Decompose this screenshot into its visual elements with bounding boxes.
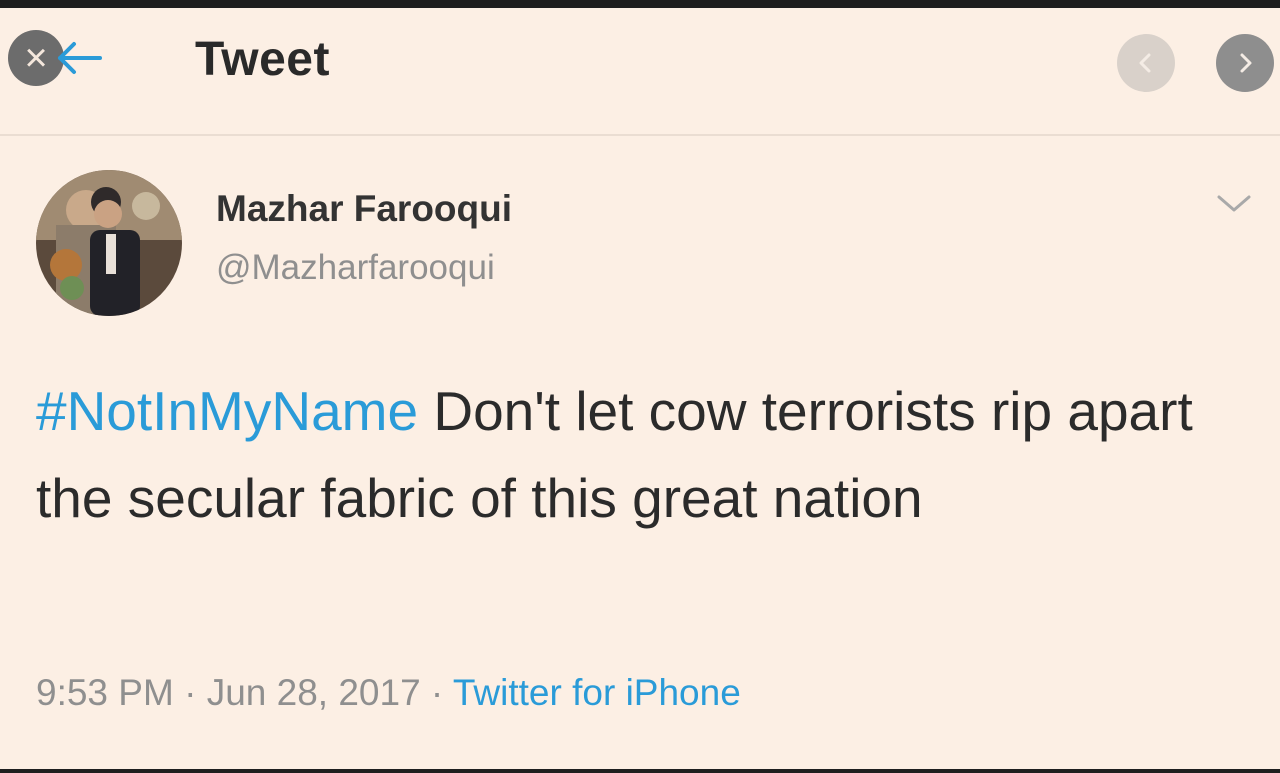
back-arrow-icon[interactable] — [50, 30, 106, 86]
next-button[interactable] — [1216, 34, 1274, 92]
previous-button[interactable] — [1117, 34, 1175, 92]
tweet-text: #NotInMyName Don't let cow terrorists ri… — [36, 368, 1236, 542]
tweet-date: Jun 28, 2017 — [206, 672, 421, 713]
meta-separator: · — [420, 672, 453, 713]
tweet-meta: 9:53 PM · Jun 28, 2017 · Twitter for iPh… — [36, 672, 741, 714]
avatar[interactable] — [36, 170, 182, 316]
chevron-left-icon — [1139, 53, 1151, 73]
hashtag-link[interactable]: #NotInMyName — [36, 380, 418, 442]
header-bar: × Tweet — [0, 8, 1280, 136]
tweet-screen: × Tweet Mazhar Farooqui @Mazharfarooqui … — [0, 0, 1280, 773]
tweet-source-link[interactable]: Twitter for iPhone — [453, 672, 741, 713]
chevron-down-icon[interactable] — [1213, 188, 1255, 218]
author-name[interactable]: Mazhar Farooqui — [216, 188, 512, 230]
tweet-time: 9:53 PM — [36, 672, 174, 713]
close-icon: × — [24, 36, 48, 80]
chevron-right-icon — [1240, 53, 1252, 73]
author-handle[interactable]: @Mazharfarooqui — [216, 248, 495, 288]
page-title: Tweet — [195, 33, 330, 86]
meta-separator: · — [173, 672, 207, 713]
